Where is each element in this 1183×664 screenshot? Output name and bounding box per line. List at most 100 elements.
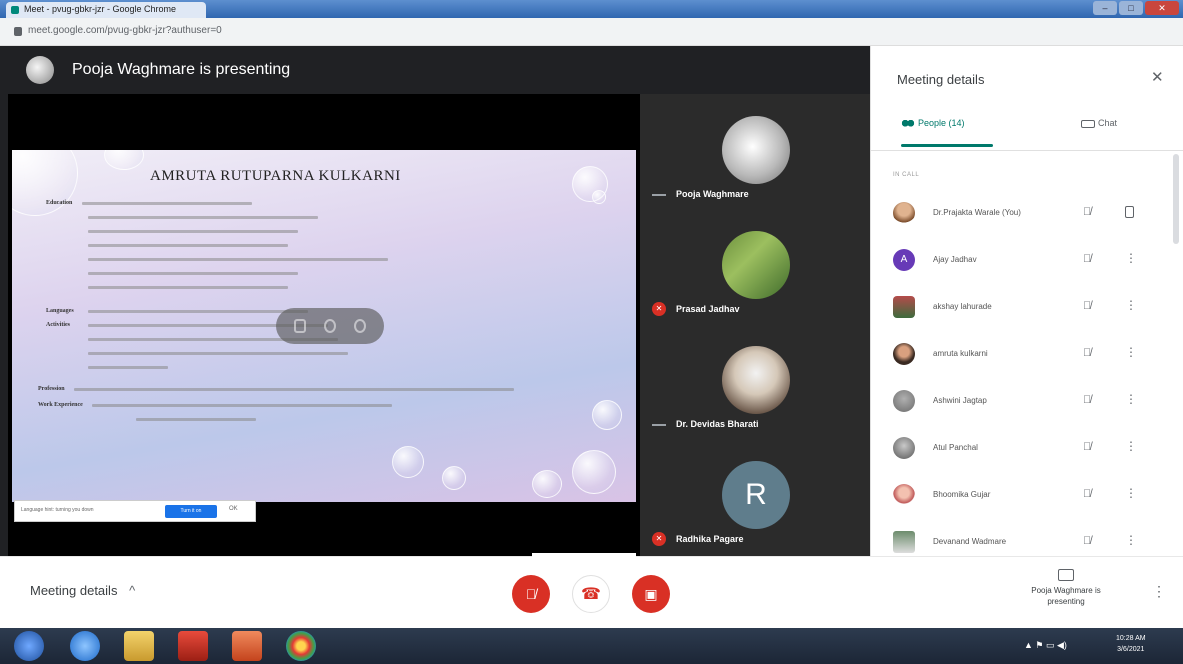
- avatar: [893, 484, 915, 506]
- person-name: akshay lahurade: [933, 302, 992, 311]
- person-name: Ashwini Jagtap: [933, 396, 987, 405]
- more-options-icon[interactable]: ⋮: [1125, 439, 1137, 453]
- url-text[interactable]: meet.google.com/pvug-gbkr-jzr?authuser=0: [28, 25, 222, 36]
- phone-hangup-icon: ☎: [581, 586, 601, 603]
- participant-photo: [722, 116, 790, 184]
- participant-initial-avatar: R: [722, 461, 790, 529]
- mic-off-icon: 🎙̸: [1083, 347, 1092, 359]
- start-button[interactable]: [14, 631, 44, 661]
- participant-name: Prasad Jadhav: [676, 304, 740, 314]
- pin-icon[interactable]: [1125, 206, 1134, 218]
- list-item[interactable]: akshay lahurade 🎙̸ ⋮: [871, 288, 1171, 335]
- meeting-details-panel: Meeting details ✕ People (14) Chat IN CA…: [870, 46, 1183, 556]
- camera-toggle-button[interactable]: ▣: [632, 575, 670, 613]
- more-options-icon[interactable]: ⋮: [1125, 533, 1137, 547]
- participant-tile[interactable]: ✕ Prasad Jadhav: [640, 209, 870, 324]
- slide-bubble: [12, 150, 78, 216]
- slide-text-line: [136, 418, 256, 421]
- close-window-button[interactable]: ✕: [1145, 1, 1179, 15]
- audio-indicator-icon: [652, 424, 666, 426]
- people-list: Dr.Prajakta Warale (You) 🎙̸ A Ajay Jadha…: [871, 194, 1171, 570]
- slide-bubble: [592, 190, 606, 204]
- slide-text-line: [88, 286, 288, 289]
- slide-label-education: Education: [46, 200, 73, 206]
- remove-icon[interactable]: [354, 319, 366, 333]
- list-item[interactable]: Bhoomika Gujar 🎙̸ ⋮: [871, 476, 1171, 523]
- list-item[interactable]: amruta kulkarni 🎙̸ ⋮: [871, 335, 1171, 382]
- presenter-header: Pooja Waghmare is presenting: [0, 46, 870, 94]
- chrome-icon[interactable]: [286, 631, 316, 661]
- list-item[interactable]: Dr.Prajakta Warale (You) 🎙̸: [871, 194, 1171, 241]
- slide-bubble: [532, 470, 562, 498]
- slide-bubble: [104, 150, 144, 170]
- presenting-label: Pooja Waghmare is presenting: [1031, 586, 1101, 606]
- captions-dismiss-button[interactable]: OK: [229, 506, 238, 512]
- presenting-status[interactable]: Pooja Waghmare is presenting: [1016, 569, 1116, 607]
- internet-explorer-icon[interactable]: [70, 631, 100, 661]
- microphone-toggle-button[interactable]: 🎙̸: [512, 575, 550, 613]
- captions-turn-on-button[interactable]: Turn it on: [165, 505, 217, 518]
- person-name: amruta kulkarni: [933, 349, 988, 358]
- presenter-avatar: [26, 56, 54, 84]
- lock-icon: [14, 27, 22, 36]
- screen: Meet - pvug-gbkr-jzr - Google Chrome – □…: [0, 0, 1183, 664]
- slide-text-line: [88, 258, 388, 261]
- avatar: [893, 343, 915, 365]
- participant-tile[interactable]: R ✕ Radhika Pagare: [640, 439, 870, 554]
- maximize-button[interactable]: □: [1119, 1, 1143, 15]
- mic-off-icon: ✕: [652, 302, 666, 316]
- meeting-details-label: Meeting details: [30, 583, 118, 598]
- presentation-hover-toolbar[interactable]: [276, 308, 384, 344]
- more-options-icon[interactable]: ⋮: [1125, 345, 1137, 359]
- address-bar[interactable]: meet.google.com/pvug-gbkr-jzr?authuser=0: [0, 18, 1183, 46]
- participant-tile[interactable]: Pooja Waghmare: [640, 94, 870, 209]
- person-name: Ajay Jadhav: [933, 255, 977, 264]
- list-item[interactable]: Atul Panchal 🎙̸ ⋮: [871, 429, 1171, 476]
- more-options-icon[interactable]: ⋮: [1152, 583, 1166, 600]
- slide-heading: AMRUTA RUTUPARNA KULKARNI: [150, 168, 401, 184]
- powerpoint-icon[interactable]: [232, 631, 262, 661]
- scrollbar[interactable]: [1173, 154, 1179, 244]
- presenting-indicator: [532, 553, 636, 557]
- slide-text-line: [82, 202, 252, 205]
- pdf-reader-icon[interactable]: [178, 631, 208, 661]
- mic-off-icon: 🎙̸: [1083, 441, 1092, 453]
- tab-chat[interactable]: Chat: [1081, 118, 1117, 128]
- minimize-button[interactable]: –: [1093, 1, 1117, 15]
- more-options-icon[interactable]: ⋮: [1125, 392, 1137, 406]
- chat-icon: [1081, 119, 1095, 128]
- list-item[interactable]: Ashwini Jagtap 🎙̸ ⋮: [871, 382, 1171, 429]
- slide-bubble: [572, 450, 616, 494]
- participant-tile[interactable]: Dr. Devidas Bharati: [640, 324, 870, 439]
- mic-off-icon: 🎙̸: [525, 586, 537, 602]
- pin-icon[interactable]: [294, 319, 306, 333]
- more-options-icon[interactable]: ⋮: [1125, 486, 1137, 500]
- slide-text-line: [74, 388, 514, 391]
- tab-people[interactable]: People (14): [901, 118, 997, 148]
- more-options-icon[interactable]: ⋮: [1125, 298, 1137, 312]
- system-tray[interactable]: ▲ ⚑ ▭ ◀): [1024, 640, 1067, 651]
- avatar: [893, 437, 915, 459]
- leave-call-button[interactable]: ☎: [572, 575, 610, 613]
- audio-indicator-icon: [652, 194, 666, 196]
- file-explorer-icon[interactable]: [124, 631, 154, 661]
- list-item[interactable]: A Ajay Jadhav 🎙̸ ⋮: [871, 241, 1171, 288]
- avatar: [893, 296, 915, 318]
- captions-prompt: Language hint: turning you down Turn it …: [14, 500, 256, 522]
- mic-off-icon: 🎙̸: [1083, 300, 1092, 312]
- mute-icon[interactable]: [324, 319, 336, 333]
- participant-tiles: Pooja Waghmare ✕ Prasad Jadhav Dr. Devid…: [640, 94, 870, 556]
- person-name: Devanand Wadmare: [933, 537, 1007, 546]
- clock[interactable]: 10:28 AM 3/6/2021: [1116, 633, 1146, 655]
- more-options-icon[interactable]: ⋮: [1125, 251, 1137, 265]
- browser-tab[interactable]: Meet - pvug-gbkr-jzr - Google Chrome: [6, 2, 206, 18]
- slide-bubble: [592, 400, 622, 430]
- slide-label-activities: Activities: [46, 322, 70, 328]
- mic-off-icon: 🎙̸: [1083, 394, 1092, 406]
- mic-off-icon: 🎙̸: [1083, 488, 1092, 500]
- close-icon[interactable]: ✕: [1151, 68, 1164, 86]
- meeting-details-button[interactable]: Meeting details ^: [30, 583, 135, 598]
- participant-name: Radhika Pagare: [676, 534, 744, 544]
- shared-slide: AMRUTA RUTUPARNA KULKARNI Education Lang…: [12, 150, 636, 502]
- slide-text-line: [88, 352, 348, 355]
